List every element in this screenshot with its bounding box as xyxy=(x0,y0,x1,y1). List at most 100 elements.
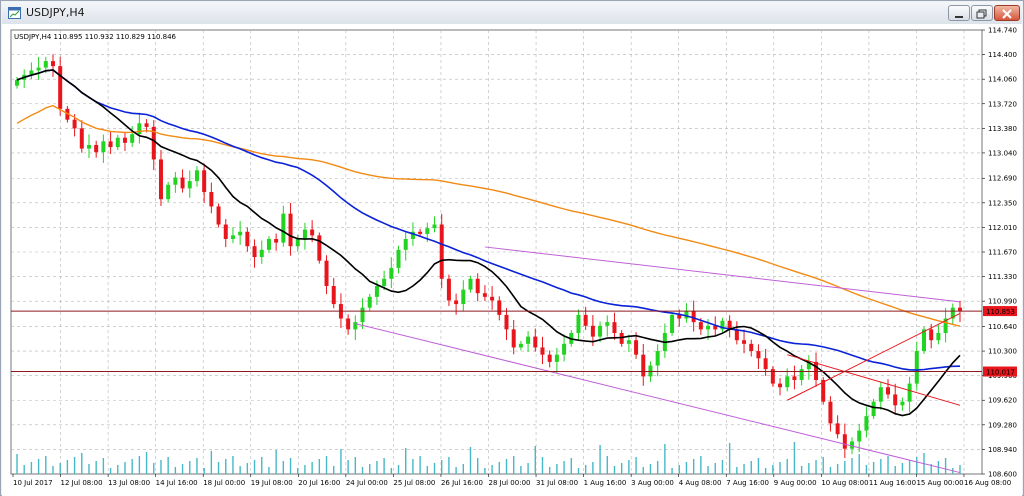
candle-body xyxy=(360,307,365,323)
candle-body xyxy=(655,351,660,366)
time-tick-label: 7 Aug 16:00 xyxy=(726,479,769,487)
candle-body xyxy=(756,351,761,359)
candle-body xyxy=(475,278,480,294)
candle-body xyxy=(641,354,646,377)
price-tick-label: 112.010 xyxy=(988,224,1017,232)
candle-body xyxy=(43,61,48,68)
window-titlebar[interactable]: USDJPY,H4 xyxy=(2,2,1022,25)
candle-body xyxy=(108,141,113,148)
candle-body xyxy=(468,278,473,290)
candle-body xyxy=(382,278,387,286)
price-tick-label: 110.640 xyxy=(988,323,1017,331)
time-tick-label: 3 Aug 00:00 xyxy=(631,479,674,487)
candle-body xyxy=(533,336,538,348)
minimize-button[interactable] xyxy=(948,5,970,21)
time-tick-label: 26 Jul 16:00 xyxy=(441,479,483,487)
candle-body xyxy=(223,224,228,239)
candle-body xyxy=(792,376,797,380)
candle-body xyxy=(446,278,451,301)
candle-body xyxy=(900,401,905,406)
candle-body xyxy=(252,246,257,258)
candle-body xyxy=(929,329,934,341)
price-tick-label: 108.600 xyxy=(988,471,1017,479)
candle-body xyxy=(850,441,855,449)
chart-area[interactable]: 114.740 114.400 114.060 113.720 113.380 113.0… xyxy=(2,24,1022,496)
price-tick-label: 112.350 xyxy=(988,199,1017,207)
price-axis: 114.740 114.400 114.060 113.720 113.380 113.0… xyxy=(982,27,1017,479)
candle-body xyxy=(281,213,286,243)
time-tick-label: 12 Jul 08:00 xyxy=(61,479,103,487)
candle-body xyxy=(785,376,790,388)
candle-body xyxy=(180,177,185,189)
candle-body xyxy=(137,123,142,135)
price-tick-label: 111.670 xyxy=(988,249,1017,257)
candle-body xyxy=(439,224,444,279)
candle-body xyxy=(245,231,250,247)
candle-body xyxy=(576,314,581,333)
time-tick-label: 1 Aug 16:00 xyxy=(584,479,627,487)
price-tick-label: 113.720 xyxy=(988,100,1017,108)
candle-body xyxy=(94,144,99,153)
candle-body xyxy=(389,267,394,279)
candle-body xyxy=(677,314,682,319)
candle-body xyxy=(526,336,531,344)
time-tick-label: 10 Aug 08:00 xyxy=(821,479,868,487)
candle-body xyxy=(461,289,466,305)
price-chart[interactable]: 114.740 114.400 114.060 113.720 113.380 113.0… xyxy=(2,24,1022,496)
candle-body xyxy=(835,423,840,435)
price-tick-label: 108.940 xyxy=(988,446,1017,454)
candle-body xyxy=(418,231,423,234)
time-tick-label: 16 Aug 08:00 xyxy=(964,479,1011,487)
candle-body xyxy=(634,340,639,355)
time-tick-label: 19 Jul 08:00 xyxy=(251,479,293,487)
candle-body xyxy=(173,177,178,185)
price-tick-label: 114.060 xyxy=(988,76,1017,84)
candle-body xyxy=(101,141,106,153)
candle-body xyxy=(698,322,703,330)
price-tick-label: 110.300 xyxy=(988,348,1017,356)
candle-body xyxy=(79,128,84,149)
price-label: 110.853 xyxy=(983,306,1017,317)
price-label-text: 110.017 xyxy=(986,369,1015,377)
time-tick-label: 24 Jul 00:00 xyxy=(346,479,388,487)
candle-body xyxy=(130,134,135,143)
candle-body xyxy=(202,170,207,192)
candle-body xyxy=(864,416,869,431)
candle-body xyxy=(425,228,430,234)
candle-body xyxy=(166,184,171,200)
candle-body xyxy=(295,238,300,247)
price-label-text: 110.853 xyxy=(986,308,1015,316)
time-tick-label: 15 Aug 00:00 xyxy=(916,479,963,487)
candle-body xyxy=(86,144,91,149)
close-button[interactable] xyxy=(994,5,1020,21)
time-tick-label: 11 Aug 16:00 xyxy=(869,479,916,487)
candle-body xyxy=(230,235,235,239)
candle-body xyxy=(187,181,192,189)
candle-body xyxy=(482,293,487,297)
close-icon xyxy=(1002,9,1012,19)
minimize-icon xyxy=(955,16,963,18)
price-tick-label: 114.400 xyxy=(988,51,1017,59)
maximize-button[interactable] xyxy=(971,5,993,21)
candle-body xyxy=(324,260,329,286)
price-tick-label: 112.690 xyxy=(988,175,1017,183)
price-tick-label: 110.990 xyxy=(988,298,1017,306)
price-tick-label: 113.380 xyxy=(988,125,1017,133)
candle-body xyxy=(554,354,559,362)
time-tick-label: 18 Jul 00:00 xyxy=(203,479,245,487)
candle-body xyxy=(547,354,552,362)
candle-body xyxy=(259,249,264,258)
time-tick-label: 25 Jul 08:00 xyxy=(393,479,435,487)
candle-body xyxy=(842,434,847,449)
candle-body xyxy=(490,296,495,301)
symbol-info: USDJPY,H4 110.895 110.932 110.829 110.84… xyxy=(14,33,177,41)
restore-icon xyxy=(976,9,987,19)
price-tick-label: 111.330 xyxy=(988,273,1017,281)
candle-body xyxy=(497,300,502,315)
candle-body xyxy=(518,343,523,348)
candle-body xyxy=(857,430,862,442)
candle-body xyxy=(504,314,509,330)
candle-body xyxy=(871,401,876,417)
candle-body xyxy=(36,67,41,71)
candle-body xyxy=(626,340,631,344)
